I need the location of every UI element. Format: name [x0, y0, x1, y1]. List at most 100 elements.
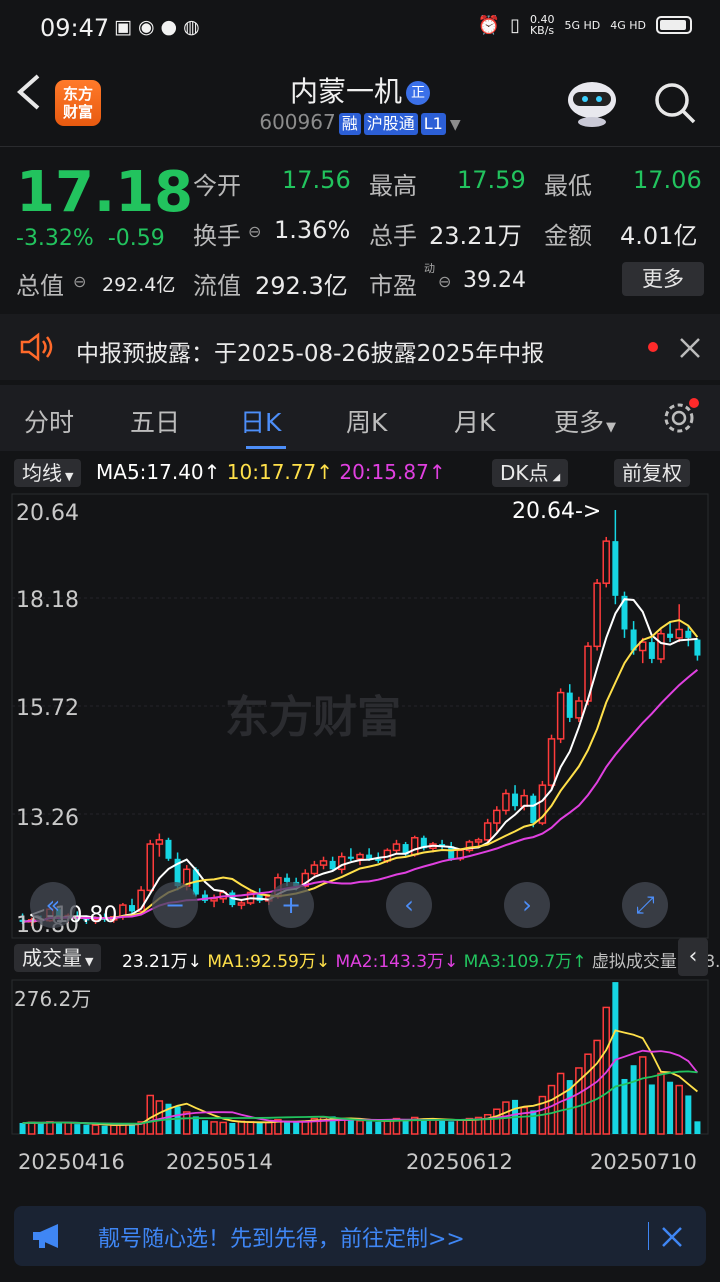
open-value: 17.56 [282, 166, 351, 194]
close-icon[interactable] [678, 336, 702, 360]
candle-body [520, 794, 528, 807]
volume-axis-max: 276.2万 [14, 987, 91, 1011]
alarm-icon: ⏰ [477, 14, 501, 36]
date-label-2: 20250514 [166, 1150, 273, 1174]
volume-bar [638, 1056, 647, 1135]
signal-5g: 5G HD [564, 18, 601, 32]
turnover-value: 1.36% [274, 216, 351, 244]
volume-bar [56, 1122, 63, 1134]
indicator-select[interactable]: 成交量 ▼ [14, 944, 102, 972]
tag-margin: 融 [338, 112, 361, 135]
change-pct: -3.32% [16, 226, 94, 251]
mktcap-value: 292.4亿 [102, 274, 176, 296]
volume-bar [383, 1120, 392, 1135]
volume-bar [694, 1121, 701, 1134]
candle-body [155, 839, 164, 845]
candle-body [593, 582, 601, 648]
candle-body [146, 843, 154, 892]
candle-body [612, 541, 619, 596]
dk-point-button[interactable]: DK点 ◢ [492, 459, 569, 487]
adjust-select[interactable]: 前复权 [614, 459, 690, 487]
candle-body [657, 632, 665, 660]
collapse-button[interactable]: ‹ [678, 938, 708, 976]
header-divider [0, 146, 720, 147]
scroll-left-button[interactable]: ‹ [386, 882, 432, 928]
info-icon[interactable]: ⊖ [248, 222, 261, 241]
tab-intraday[interactable]: 分时 [24, 403, 74, 439]
more-button[interactable]: 更多 [622, 262, 704, 296]
megaphone-icon [33, 1224, 58, 1248]
volume-bar [101, 1125, 108, 1134]
close-icon[interactable] [660, 1225, 684, 1249]
zoom-out-button[interactable]: − [152, 882, 198, 928]
price-axis-3: 15.72 [16, 696, 79, 721]
volume-bar [110, 1124, 118, 1135]
stock-code: 600967 [259, 110, 336, 134]
volume-bars [19, 982, 701, 1135]
volume-bar [547, 1084, 556, 1135]
high-annotation: 20.64-> [512, 499, 601, 524]
volume-bar [648, 1084, 655, 1134]
notice-text: 中报预披露：于2025-08-26披露2025年中报 [76, 341, 545, 367]
scroll-right-button[interactable]: › [504, 882, 550, 928]
tag-hgt: 沪股通 [363, 112, 418, 135]
tab-monthly-k[interactable]: 月K [454, 403, 495, 439]
volume-bar [493, 1108, 501, 1135]
volume-bar [83, 1124, 90, 1134]
robot-assistant-icon[interactable] [563, 78, 621, 128]
volume-bar [530, 1110, 537, 1134]
turnover-label: 换手 [193, 222, 241, 250]
amount-value: 4.01亿 [620, 222, 698, 250]
candle-body [329, 860, 336, 870]
volume-bar [229, 1122, 236, 1134]
ma-select[interactable]: 均线 ▼ [14, 459, 82, 487]
volume-legend: 23.21万↓ MA1:92.59万↓ MA2:143.3万↓ MA3:109.… [122, 947, 720, 972]
info-icon[interactable]: ⊖ [438, 272, 451, 291]
volume-bar [91, 1124, 100, 1135]
kline-chart[interactable]: 东方财富 20.64 18.18 15.72 13.26 10.80 20.64… [0, 492, 720, 940]
volume-bar [685, 1095, 692, 1134]
tab-daily-k[interactable]: 日K [240, 403, 281, 439]
float-label: 流值 [193, 272, 241, 300]
candle-body [310, 864, 319, 875]
gear-icon[interactable] [660, 398, 700, 438]
volume-bar [366, 1121, 373, 1134]
tag-l1: L1 [420, 112, 446, 135]
watermark: 东方财富 [225, 692, 401, 743]
volume-bar [146, 1094, 154, 1135]
volume-bar [621, 1078, 628, 1134]
speaker-icon [20, 332, 53, 362]
last-price: 17.18 [16, 160, 194, 225]
tab-more[interactable]: 更多 ▼ [554, 403, 616, 439]
tab-weekly-k[interactable]: 周K [346, 403, 387, 439]
candle-body [575, 700, 583, 719]
info-icon[interactable]: ⊖ [73, 272, 86, 291]
high-label: 最高 [369, 172, 417, 200]
volume-bar [265, 1121, 273, 1135]
candle-body [667, 633, 674, 638]
first-page-button[interactable]: « [30, 882, 76, 928]
float-value: 292.3亿 [255, 272, 348, 300]
candle-body [165, 839, 172, 859]
volume-chart[interactable]: 276.2万 [0, 978, 720, 1136]
high-value: 17.59 [457, 166, 526, 194]
volume-bar [246, 1121, 255, 1135]
mktcap-label: 总值 [16, 272, 64, 300]
vol-now: 23.21万 [122, 952, 188, 972]
candle-body [410, 837, 419, 856]
volume-bar [301, 1120, 310, 1135]
candle-body [530, 795, 537, 824]
volume-bar [448, 1121, 455, 1134]
candle-body [512, 793, 519, 807]
zoom-in-button[interactable]: + [268, 882, 314, 928]
fullscreen-button[interactable]: ⤢ [622, 882, 668, 928]
volume-bar [293, 1121, 300, 1134]
volume-bar [27, 1121, 36, 1135]
vol-ma2: MA2:143.3万 [335, 952, 445, 972]
candle-body [347, 856, 354, 859]
candle-body [694, 639, 701, 656]
tab-five-day[interactable]: 五日 [130, 403, 180, 439]
volume-bar [375, 1121, 382, 1134]
volume-bar [338, 1118, 346, 1135]
search-icon[interactable] [652, 80, 698, 126]
